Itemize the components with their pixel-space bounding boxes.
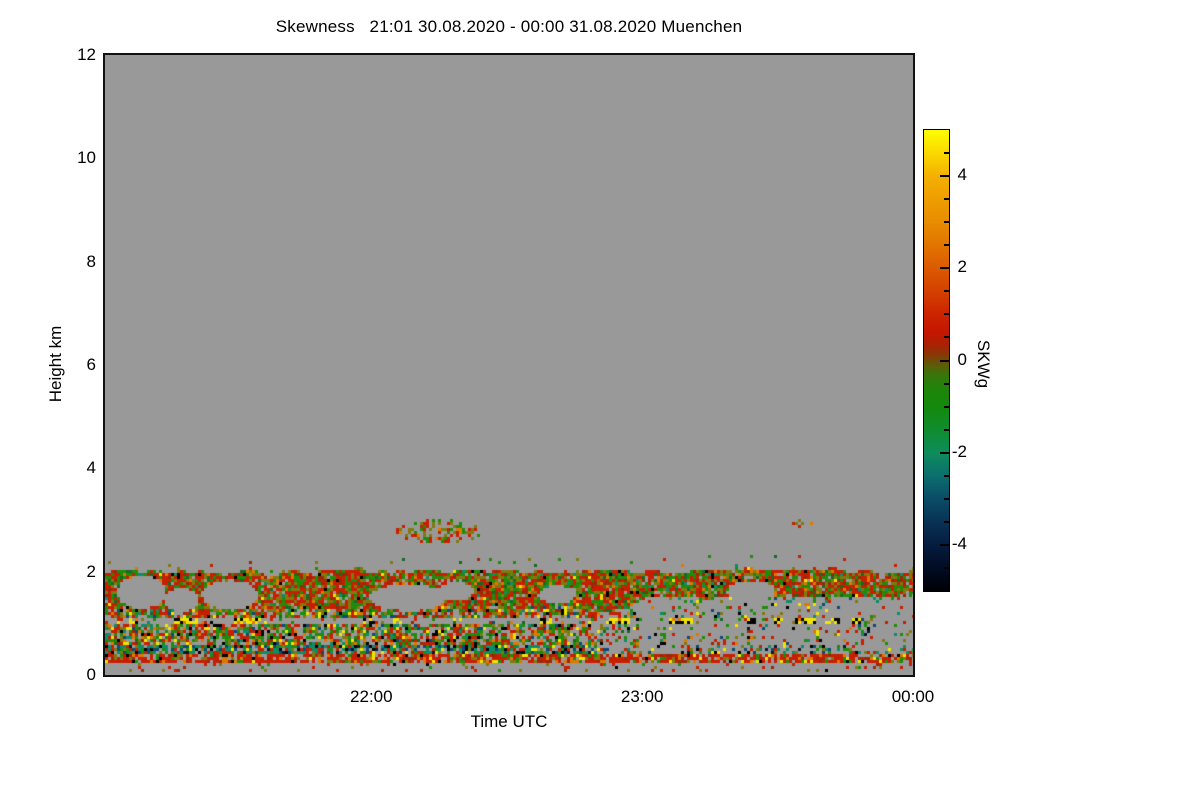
- colorbar-tick: [944, 382, 949, 385]
- colorbar-tick-label: 2: [957, 257, 967, 277]
- y-tick-label: 12: [77, 45, 96, 64]
- skewness-heatmap-figure: Skewness 21:01 30.08.2020 - 00:00 31.08.…: [0, 0, 1200, 800]
- colorbar-tick-label: -4: [951, 533, 967, 553]
- colorbar-tick-label: 4: [957, 165, 967, 185]
- x-axis-title: Time UTC: [470, 712, 548, 731]
- y-tick-label: 2: [86, 561, 96, 581]
- y-tick-label: 8: [86, 251, 96, 271]
- colorbar-tick: [944, 566, 949, 569]
- colorbar-tick: [944, 520, 949, 523]
- y-tick-label: 6: [86, 355, 96, 374]
- colorbar-tick: [944, 198, 949, 201]
- colorbar-tick: [944, 152, 949, 155]
- y-tick-label: 4: [86, 458, 96, 478]
- colorbar-tick: [944, 336, 949, 339]
- colorbar-tick: [944, 290, 949, 293]
- x-tick-label: 00:00: [891, 687, 935, 706]
- x-tick-label: 22:00: [350, 687, 393, 706]
- colorbar-tick-label: -2: [951, 441, 967, 461]
- colorbar-tick: [944, 313, 949, 316]
- colorbar-tick-label: 0: [957, 349, 967, 369]
- colorbar-tick: [944, 221, 949, 224]
- colorbar-tick: [944, 474, 949, 477]
- colorbar-tick: [944, 497, 949, 500]
- heatmap-canvas: [105, 55, 913, 675]
- x-tick-label: 23:00: [620, 687, 664, 706]
- colorbar-tick: [944, 428, 949, 431]
- y-tick-label: 0: [86, 665, 96, 684]
- colorbar-tick: [944, 405, 949, 408]
- y-tick-label: 10: [77, 148, 96, 168]
- chart-title: Skewness 21:01 30.08.2020 - 00:00 31.08.…: [275, 17, 743, 36]
- colorbar-title: SKWg: [974, 339, 993, 389]
- colorbar-tick: [944, 244, 949, 247]
